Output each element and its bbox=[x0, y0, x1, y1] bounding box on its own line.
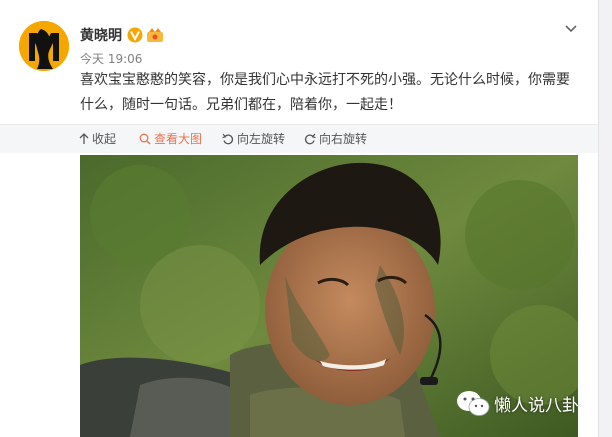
wechat-icon bbox=[457, 391, 490, 416]
arrow-up-icon bbox=[79, 133, 89, 144]
rotate-right-button[interactable]: 向右旋转 bbox=[304, 125, 367, 153]
collapse-label: 收起 bbox=[92, 132, 117, 146]
rotate-left-icon bbox=[222, 133, 234, 145]
weibo-post-card: 黄晓明 今天 19:06 喜欢宝宝憨憨的笑容，你是我们心中永远打不死的小强。无论… bbox=[0, 0, 599, 437]
post-text: 喜欢宝宝憨憨的笑容，你是我们心中永远打不死的小强。无论什么时候，你需要什么，随时… bbox=[80, 72, 570, 113]
view-large-label: 查看大图 bbox=[154, 132, 203, 146]
avatar[interactable] bbox=[19, 21, 69, 71]
post-time[interactable]: 今天 19:06 bbox=[80, 50, 142, 67]
search-icon bbox=[139, 133, 151, 145]
watermark-text: 懒人说八卦 bbox=[494, 396, 579, 416]
rotate-left-button[interactable]: 向左旋转 bbox=[222, 125, 285, 153]
rotate-right-label: 向右旋转 bbox=[319, 132, 368, 146]
watermark: 懒人说八卦 bbox=[456, 390, 579, 420]
rotate-right-icon bbox=[304, 133, 316, 145]
verified-icon[interactable] bbox=[127, 27, 143, 43]
view-large-button[interactable]: 查看大图 bbox=[139, 125, 202, 153]
chevron-down-icon[interactable] bbox=[563, 20, 579, 36]
collapse-button[interactable]: 收起 bbox=[79, 125, 116, 153]
media-toolbar: 收起 查看大图 向左旋转 向右旋转 bbox=[0, 124, 598, 153]
avatar-logo bbox=[19, 21, 69, 71]
user-name[interactable]: 黄晓明 bbox=[80, 25, 122, 45]
rotate-left-label: 向左旋转 bbox=[237, 132, 286, 146]
member-icon[interactable] bbox=[146, 27, 164, 43]
